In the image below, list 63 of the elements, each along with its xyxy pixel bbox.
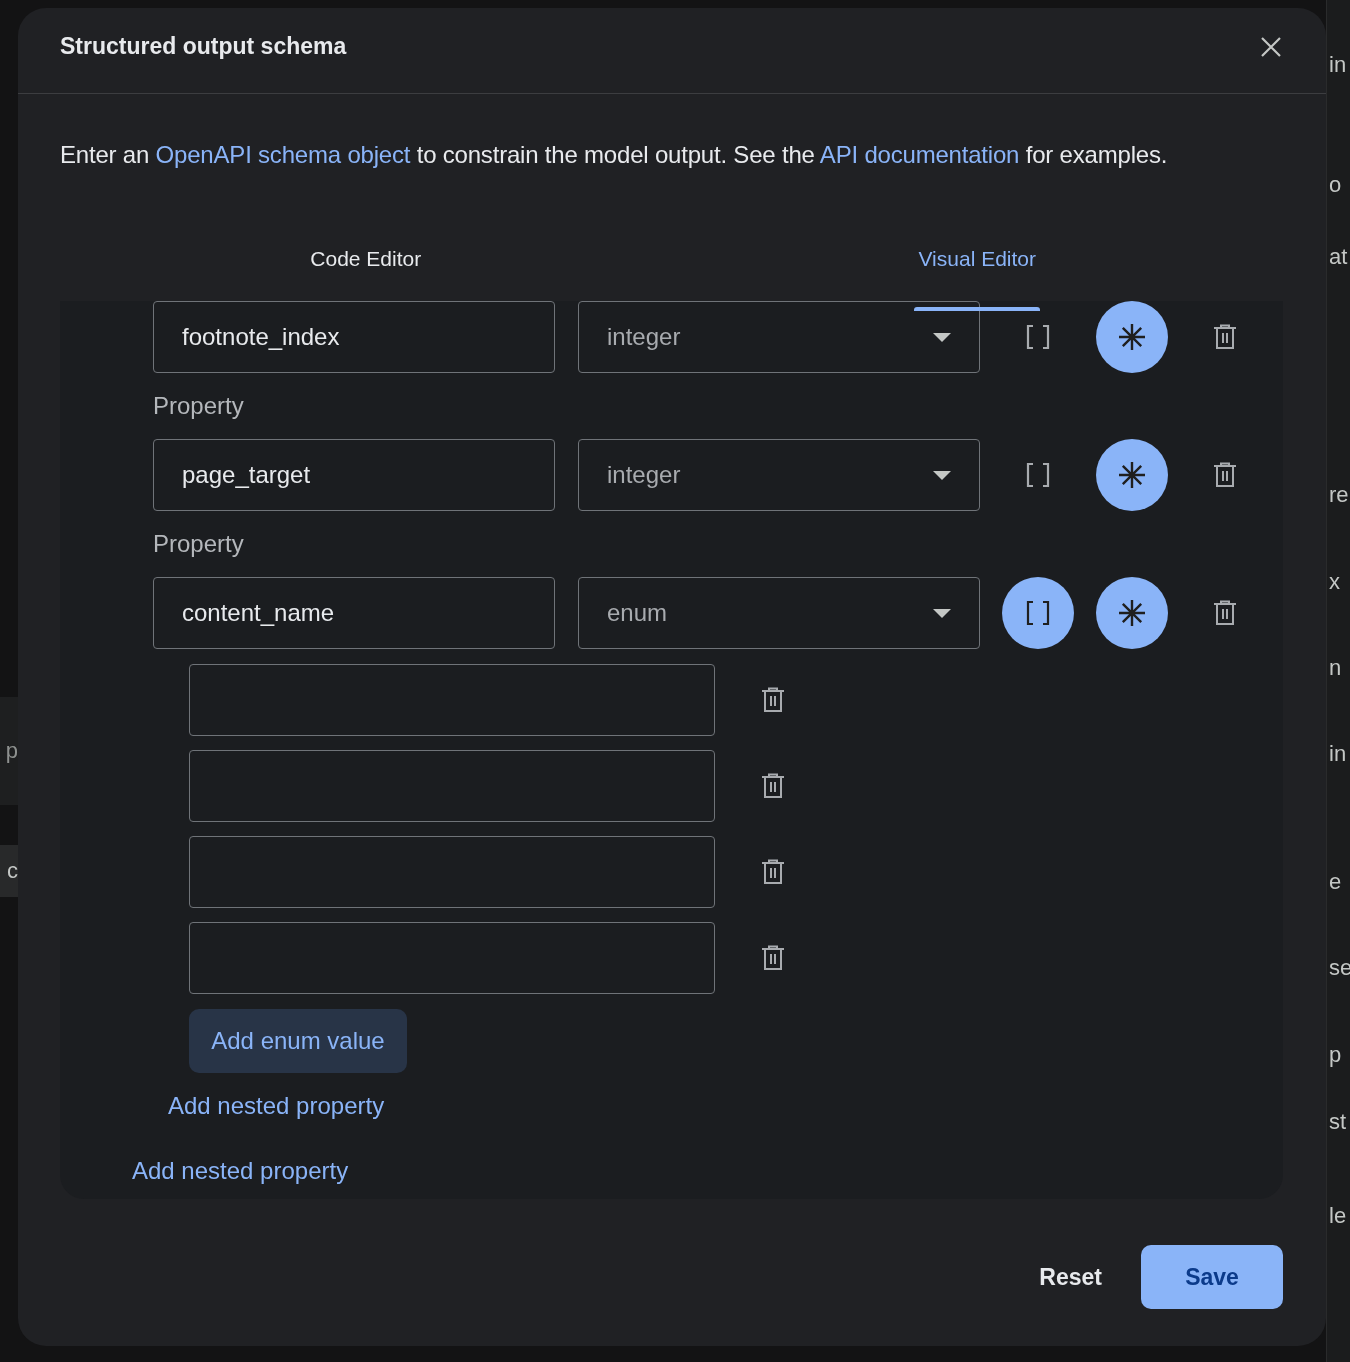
- background-text: re: [1328, 481, 1350, 509]
- delete-button[interactable]: [1213, 600, 1237, 626]
- add-nested-property-link[interactable]: Add nested property: [168, 1092, 385, 1120]
- description-text: to constrain the model output. See the: [416, 141, 815, 168]
- background-text: e: [1328, 868, 1343, 896]
- background-text: in: [1328, 740, 1348, 768]
- background-text: o: [1328, 171, 1343, 199]
- enum-value-field[interactable]: [189, 922, 715, 994]
- property-label: Property: [153, 529, 245, 559]
- reset-button[interactable]: Reset: [1006, 1245, 1135, 1309]
- trash-icon: [1213, 462, 1237, 488]
- enum-value-field[interactable]: [189, 664, 715, 736]
- name-field[interactable]: page_target: [153, 439, 555, 511]
- type-dropdown[interactable]: integer: [578, 301, 980, 373]
- background-text: p: [1328, 1041, 1343, 1069]
- tab[interactable]: Code Editor: [60, 217, 672, 301]
- brackets-icon: [1025, 324, 1051, 350]
- background-text: c: [0, 845, 18, 897]
- save-button[interactable]: Save: [1141, 1245, 1283, 1309]
- enum-value-field[interactable]: [189, 836, 715, 908]
- close-icon: [1260, 35, 1282, 58]
- dialog-title: Structured output schema: [60, 33, 347, 60]
- background-text: le: [1328, 1202, 1348, 1230]
- brackets-icon: [1025, 600, 1051, 626]
- background-text: st: [1328, 1108, 1348, 1136]
- dropdown-arrow-icon: [933, 608, 951, 618]
- delete-button[interactable]: [1213, 324, 1237, 350]
- property-label: Property: [153, 391, 245, 421]
- description-text: Enter an: [60, 141, 150, 168]
- trash-icon: [761, 945, 785, 971]
- delete-button[interactable]: [761, 687, 785, 713]
- background-text: p: [0, 697, 18, 805]
- add-nested-property-link[interactable]: Add nested property: [132, 1157, 349, 1185]
- close-button[interactable]: [1260, 35, 1282, 58]
- trash-icon: [1213, 600, 1237, 626]
- delete-button[interactable]: [761, 945, 785, 971]
- brackets-icon: [1025, 462, 1051, 488]
- background-text: n: [1328, 654, 1343, 682]
- name-field[interactable]: content_name: [153, 577, 555, 649]
- tab[interactable]: Visual Editor: [671, 217, 1283, 301]
- background-text: at: [1328, 243, 1349, 271]
- asterisk-icon: [1118, 461, 1146, 489]
- asterisk-icon: [1118, 599, 1146, 627]
- add-enum-value-button[interactable]: Add enum value: [189, 1009, 407, 1073]
- delete-button[interactable]: [761, 859, 785, 885]
- name-field[interactable]: footnote_index: [153, 301, 555, 373]
- dropdown-arrow-icon: [933, 470, 951, 480]
- delete-button[interactable]: [1213, 462, 1237, 488]
- type-dropdown[interactable]: enum: [578, 577, 980, 649]
- trash-icon: [761, 859, 785, 885]
- dropdown-arrow-icon: [933, 332, 951, 342]
- trash-icon: [761, 773, 785, 799]
- delete-button[interactable]: [761, 773, 785, 799]
- background-text: x: [1328, 568, 1341, 596]
- type-dropdown[interactable]: integer: [578, 439, 980, 511]
- link[interactable]: API documentation: [819, 141, 1020, 168]
- asterisk-icon: [1118, 323, 1146, 351]
- link[interactable]: OpenAPI schema object: [155, 141, 411, 168]
- enum-value-field[interactable]: [189, 750, 715, 822]
- trash-icon: [1213, 324, 1237, 350]
- trash-icon: [761, 687, 785, 713]
- background-text: in: [1328, 51, 1348, 79]
- description-text: for examples.: [1025, 141, 1168, 168]
